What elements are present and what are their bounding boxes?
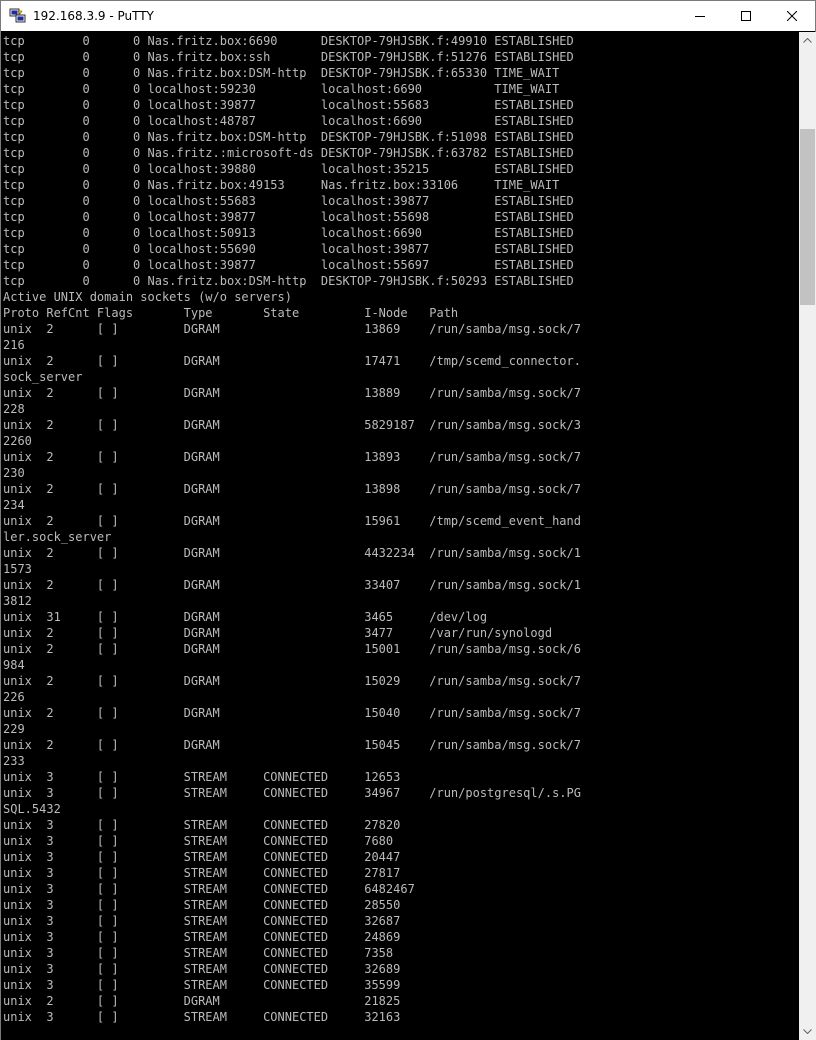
terminal-line: unix 3 [ ] STREAM CONNECTED 32687 [3, 914, 401, 928]
terminal-line: tcp 0 0 Nas.fritz.box:ssh DESKTOP-79HJSB… [3, 50, 574, 64]
title-bar[interactable]: 192.168.3.9 - PuTTY [1, 1, 815, 31]
terminal-line: tcp 0 0 localhost:50913 localhost:6690 E… [3, 226, 574, 240]
terminal-line: tcp 0 0 localhost:39880 localhost:35215 … [3, 162, 574, 176]
terminal-line: unix 3 [ ] STREAM CONNECTED 12653 [3, 770, 401, 784]
terminal-line: unix 3 [ ] STREAM CONNECTED 34967 /run/p… [3, 786, 581, 800]
terminal-line: Active UNIX domain sockets (w/o servers) [3, 290, 292, 304]
terminal-line: unix 2 [ ] DGRAM 15029 /run/samba/msg.so… [3, 674, 581, 688]
terminal-line: unix 31 [ ] DGRAM 3465 /dev/log [3, 610, 488, 624]
scroll-up-button[interactable] [799, 32, 816, 49]
terminal-line: unix 3 [ ] STREAM CONNECTED 7680 [3, 834, 394, 848]
terminal-line: unix 3 [ ] STREAM CONNECTED 6482467 [3, 882, 415, 896]
terminal-line: unix 2 [ ] DGRAM 15040 /run/samba/msg.so… [3, 706, 581, 720]
window-title: 192.168.3.9 - PuTTY [33, 9, 154, 23]
terminal-line: 1573 [3, 562, 32, 576]
terminal-line: unix 2 [ ] DGRAM 21825 [3, 994, 401, 1008]
terminal-line: unix 2 [ ] DGRAM 15045 /run/samba/msg.so… [3, 738, 581, 752]
terminal-line: unix 3 [ ] STREAM CONNECTED 20447 [3, 850, 401, 864]
terminal-line: 230 [3, 466, 25, 480]
terminal-line: tcp 0 0 Nas.fritz.box:6690 DESKTOP-79HJS… [3, 34, 574, 48]
terminal-line: unix 3 [ ] STREAM CONNECTED 32163 [3, 1010, 401, 1024]
terminal-line: tcp 0 0 Nas.fritz.box:49153 Nas.fritz.bo… [3, 178, 560, 192]
terminal-line: unix 3 [ ] STREAM CONNECTED 27817 [3, 866, 401, 880]
terminal-line: unix 2 [ ] DGRAM 15961 /tmp/scemd_event_… [3, 514, 581, 528]
scrollbar-thumb[interactable] [800, 128, 815, 305]
terminal-line: tcp 0 0 localhost:55683 localhost:39877 … [3, 194, 574, 208]
terminal-line: unix 2 [ ] DGRAM 17471 /tmp/scemd_connec… [3, 354, 581, 368]
terminal-line: unix 2 [ ] DGRAM 13869 /run/samba/msg.so… [3, 322, 581, 336]
terminal-line: unix 2 [ ] DGRAM 13893 /run/samba/msg.so… [3, 450, 581, 464]
close-icon [787, 11, 797, 21]
chevron-up-icon [803, 38, 812, 43]
terminal-line: ler.sock_server [3, 530, 112, 544]
terminal-line: unix 3 [ ] STREAM CONNECTED 35599 [3, 978, 401, 992]
putty-icon[interactable] [9, 8, 27, 24]
terminal-line: unix 2 [ ] DGRAM 4432234 /run/samba/msg.… [3, 546, 581, 560]
terminal-line: 216 [3, 338, 25, 352]
terminal-line: tcp 0 0 localhost:48787 localhost:6690 E… [3, 114, 574, 128]
terminal-line: unix 2 [ ] DGRAM 15001 /run/samba/msg.so… [3, 642, 581, 656]
terminal-line: sock_server [3, 370, 83, 384]
terminal-line: 3812 [3, 594, 32, 608]
maximize-button[interactable] [723, 1, 769, 31]
terminal-line: 228 [3, 402, 25, 416]
close-button[interactable] [769, 1, 815, 31]
terminal-output[interactable]: tcp 0 0 Nas.fritz.box:6690 DESKTOP-79HJS… [1, 32, 799, 1040]
terminal-line: tcp 0 0 Nas.fritz.box:DSM-http DESKTOP-7… [3, 274, 574, 288]
minimize-button[interactable] [677, 1, 723, 31]
terminal-line: unix 3 [ ] STREAM CONNECTED 32689 [3, 962, 401, 976]
terminal-line: unix 2 [ ] DGRAM 33407 /run/samba/msg.so… [3, 578, 581, 592]
maximize-icon [741, 11, 751, 21]
vertical-scrollbar[interactable] [799, 32, 816, 1040]
terminal-line: unix 2 [ ] DGRAM 5829187 /run/samba/msg.… [3, 418, 581, 432]
terminal-line: 233 [3, 754, 25, 768]
terminal-line: tcp 0 0 Nas.fritz.box:DSM-http DESKTOP-7… [3, 66, 560, 80]
terminal-line: 234 [3, 498, 25, 512]
terminal-line: tcp 0 0 localhost:39877 localhost:55698 … [3, 210, 574, 224]
terminal-line: unix 3 [ ] STREAM CONNECTED 7358 [3, 946, 394, 960]
terminal-line: tcp 0 0 localhost:55690 localhost:39877 … [3, 242, 574, 256]
terminal-line: 229 [3, 722, 25, 736]
chevron-down-icon [803, 1029, 812, 1034]
terminal-line: tcp 0 0 Nas.fritz.box:DSM-http DESKTOP-7… [3, 130, 574, 144]
scroll-down-button[interactable] [799, 1023, 816, 1040]
minimize-icon [695, 16, 705, 17]
terminal-line: unix 2 [ ] DGRAM 3477 /var/run/synologd [3, 626, 553, 640]
putty-window: 192.168.3.9 - PuTTY tcp 0 0 Nas.fritz.bo… [0, 0, 816, 1040]
terminal-line: unix 2 [ ] DGRAM 13889 /run/samba/msg.so… [3, 386, 581, 400]
terminal-line: tcp 0 0 Nas.fritz.:microsoft-ds DESKTOP-… [3, 146, 574, 160]
terminal-line: 984 [3, 658, 25, 672]
terminal-line: unix 3 [ ] STREAM CONNECTED 28550 [3, 898, 401, 912]
terminal-line: tcp 0 0 localhost:39877 localhost:55697 … [3, 258, 574, 272]
terminal-line: Proto RefCnt Flags Type State I-Node Pat… [3, 306, 459, 320]
terminal-line: 2260 [3, 434, 32, 448]
terminal-line: unix 2 [ ] DGRAM 13898 /run/samba/msg.so… [3, 482, 581, 496]
terminal-line: unix 3 [ ] STREAM CONNECTED 24869 [3, 930, 401, 944]
terminal-line: unix 3 [ ] STREAM CONNECTED 27820 [3, 818, 401, 832]
terminal-line: 226 [3, 690, 25, 704]
terminal-line: tcp 0 0 localhost:59230 localhost:6690 T… [3, 82, 560, 96]
terminal-line: tcp 0 0 localhost:39877 localhost:55683 … [3, 98, 574, 112]
terminal-line: SQL.5432 [3, 802, 61, 816]
